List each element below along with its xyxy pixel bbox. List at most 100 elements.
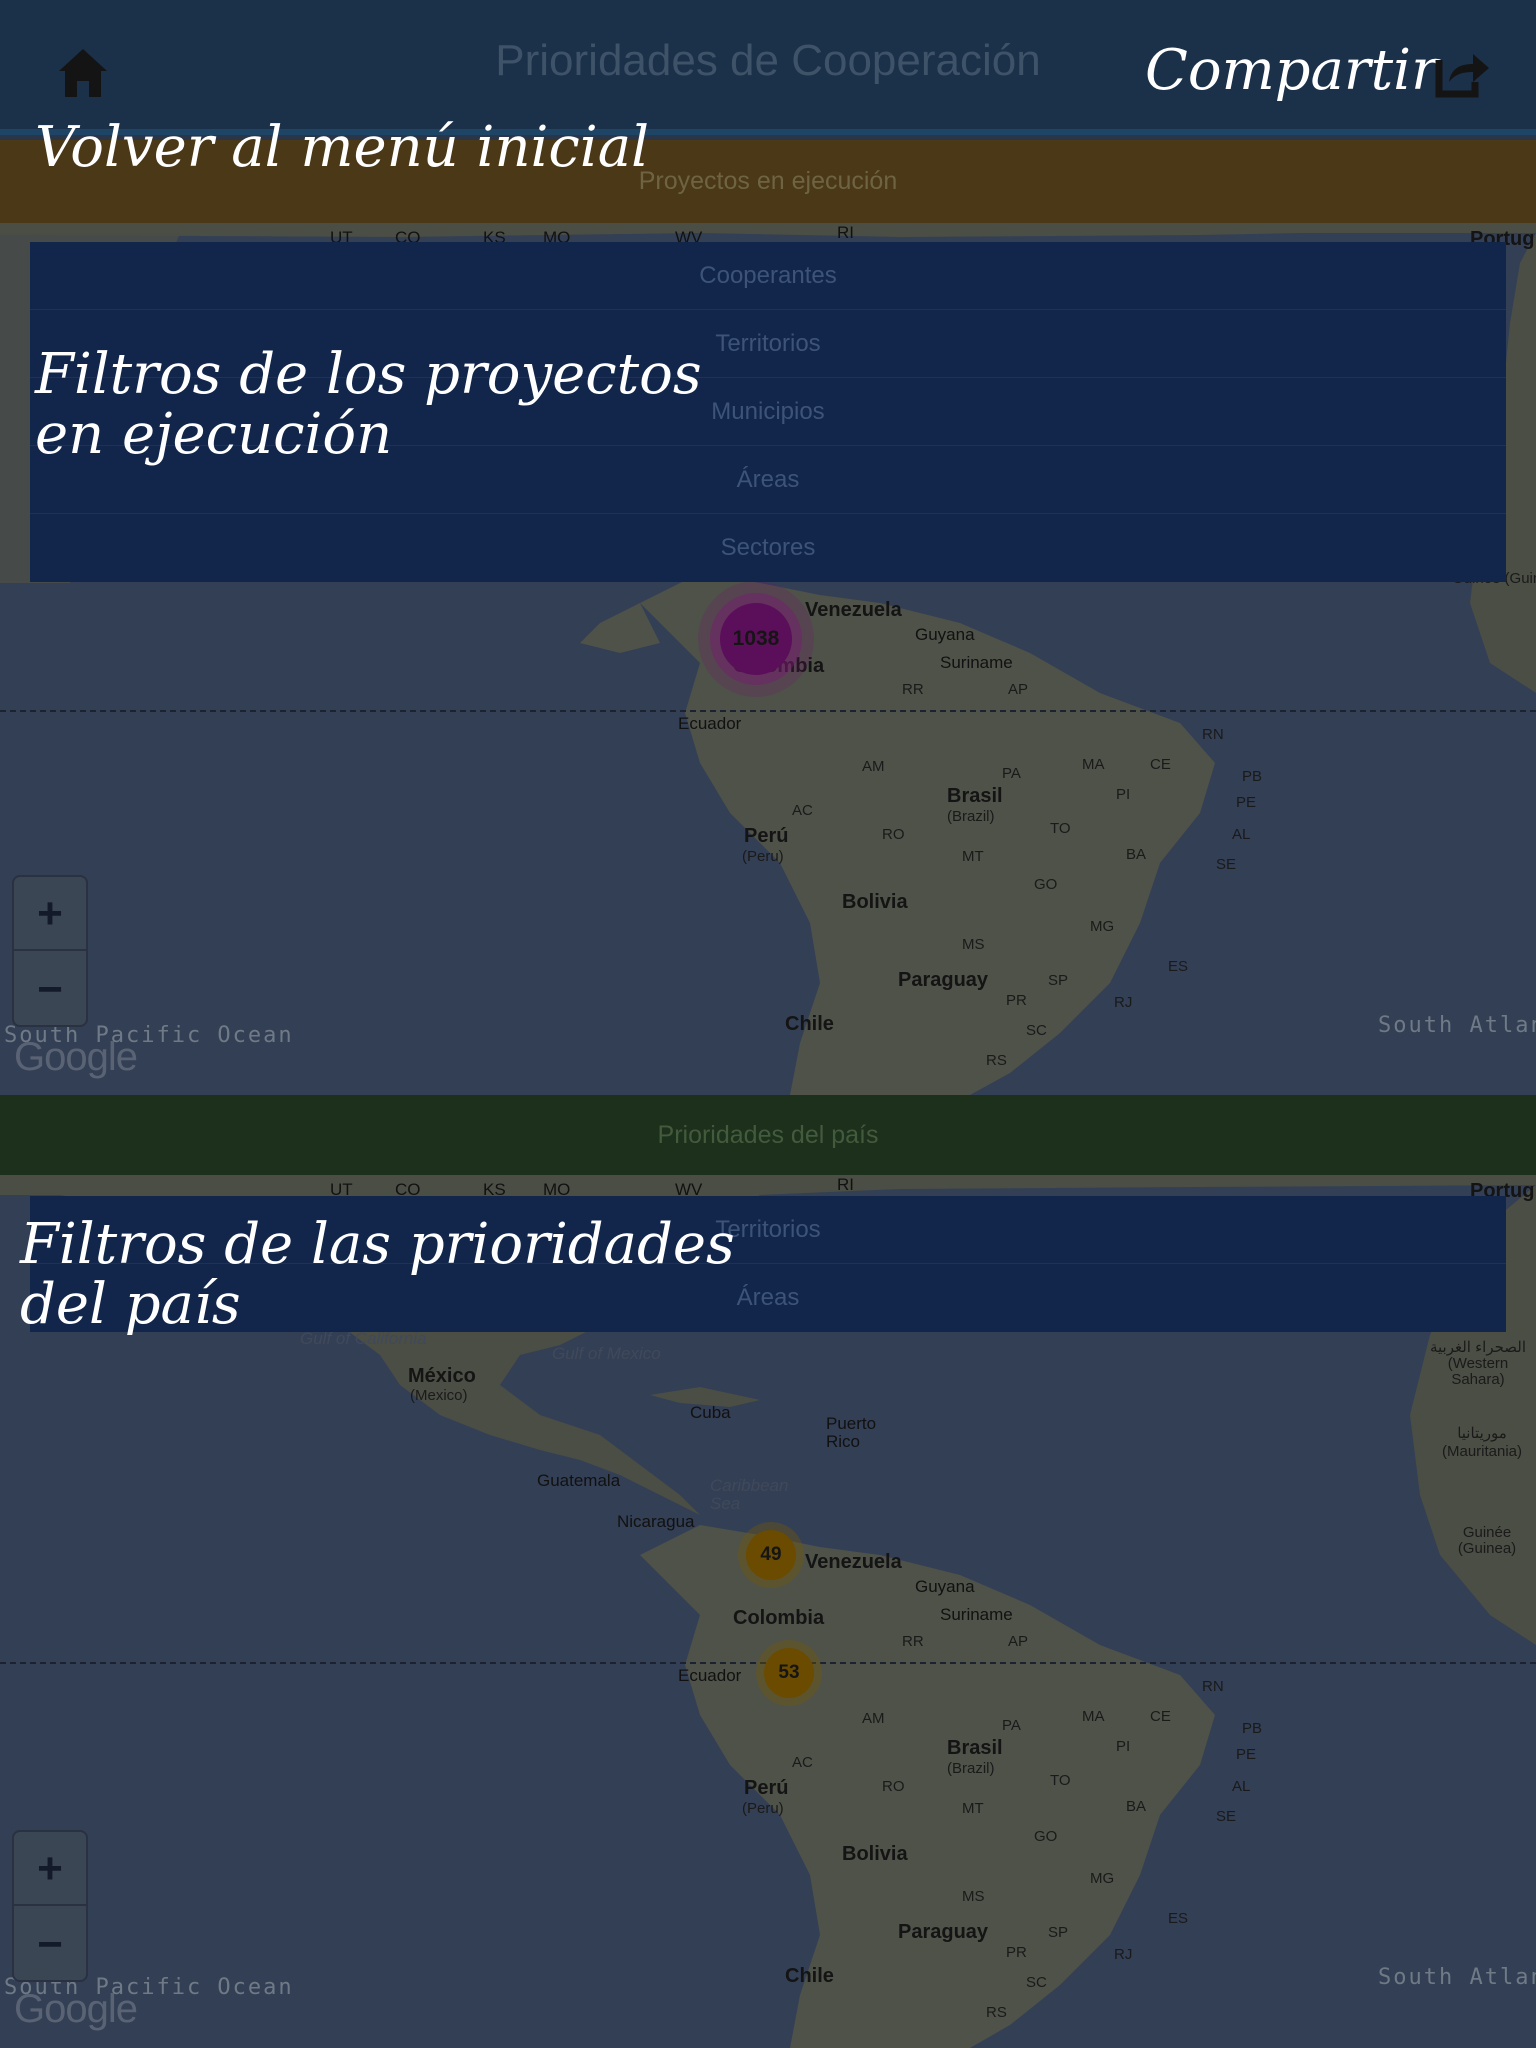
map-state-label: CE [1150,1708,1171,1725]
map-state-label: RS [986,2004,1007,2021]
map-country-label: Venezuela [805,599,902,621]
sea-label: Gulf of California [300,1329,427,1348]
map-state-label: MS [962,936,985,953]
map-country-label: Guatemala [537,1471,621,1490]
map-country-label: (Mexico) [410,1387,468,1404]
map-state-label: SP [1048,1924,1069,1941]
map-state-label: RJ [1114,1946,1133,1963]
map-state-label: ES [1168,1910,1189,1927]
map-country-label: Perú [744,825,789,847]
map-state-label: PE [1236,1746,1257,1763]
map-country-label: Ecuador [678,714,742,733]
map-state-label: AM [862,1710,885,1727]
map-state-label: RN [1202,726,1224,743]
map-state-label: GO [1034,1828,1058,1845]
map-state-label: TO [1050,1772,1071,1789]
map-country-label: Guyana [915,1577,975,1596]
map-country-label: Bolivia [842,891,908,913]
filter-cooperantes[interactable]: Cooperantes [30,242,1506,310]
priorities-section-tab[interactable]: Prioridades del país [0,1095,1536,1175]
map-state-label: AL [1232,1778,1251,1795]
project-cluster-marker[interactable]: 1038 [720,603,792,675]
map-state-label: RS [986,1052,1007,1069]
map-country-label: موريتانيا (Mauritania) [1441,1425,1523,1460]
map-state-label: BA [1126,1798,1147,1815]
map-country-label: Ecuador [678,1666,742,1685]
map-country-label: Venezuela [805,1551,902,1573]
map-state-label: SP [1048,972,1069,989]
map-state-label: RO [882,826,905,843]
map-state-label: SE [1216,1808,1237,1825]
ocean-label: South Atlantic Ocean [1378,1965,1536,1990]
ocean-label: South Atlantic Ocean [1378,1013,1536,1038]
filter-sectores[interactable]: Sectores [30,514,1506,582]
map-state-label: PI [1116,786,1131,803]
map-country-label: Nicaragua [617,1512,695,1531]
map-state-label: AP [1008,1633,1029,1650]
map-state-label: GO [1034,876,1058,893]
map-country-label: Suriname [940,1605,1013,1624]
map-country-label: Paraguay [898,1921,989,1943]
map-country-label: Brasil [947,785,1003,807]
zoom-in-icon[interactable]: + [14,1832,86,1906]
google-logo: Google [14,1987,138,2031]
zoom-control: + − [12,875,88,1027]
google-logo: Google [14,1035,138,1079]
zoom-control: + − [12,1830,88,1982]
map-state-label: MT [962,848,984,865]
map-state-label: RR [902,681,924,698]
map-country-label: (Peru) [742,1800,784,1817]
map-state-label: RJ [1114,994,1133,1011]
map-state-label: MG [1090,918,1115,935]
map-state-label: PR [1006,1944,1027,1961]
annotation-project-filters: Filtros de los proyectos [35,342,702,407]
map-state-label: TO [1050,820,1071,837]
map-state-label: SC [1026,1022,1047,1039]
zoom-in-icon[interactable]: + [14,877,86,951]
map-state-label: RI [837,223,854,242]
map-country-label: Colombia [733,1607,825,1629]
map-state-label: PE [1236,794,1257,811]
map-country-label: (Peru) [742,848,784,865]
map-state-label: AC [792,1754,813,1771]
map-state-label: MS [962,1888,985,1905]
map-country-label: Puerto Rico [826,1414,877,1451]
map-country-label: Guyana [915,625,975,644]
map-state-label: MA [1082,756,1105,773]
zoom-out-icon[interactable]: − [14,1908,86,1982]
map-country-label: Chile [785,1013,834,1035]
share-icon [1435,54,1489,98]
map-state-label: PB [1242,1720,1263,1737]
map-country-label: Cuba [690,1403,731,1422]
map-state-label: MA [1082,1708,1105,1725]
priority-cluster-marker[interactable]: 49 [746,1530,796,1580]
map-state-label: ES [1168,958,1189,975]
map-country-label: (Brazil) [947,808,995,825]
map-country-label: México [408,1365,476,1387]
sea-label: Gulf of Mexico [552,1344,661,1363]
equator-line [0,710,1536,712]
map-country-label: Paraguay [898,969,989,991]
map-state-label: PB [1242,768,1263,785]
map-country-label: Bolivia [842,1843,908,1865]
map-state-label: AP [1008,681,1029,698]
annotation-project-filters-2: en ejecución [35,402,393,467]
map-state-label: AM [862,758,885,775]
map-country-label: Suriname [940,653,1013,672]
zoom-out-icon[interactable]: − [14,953,86,1027]
map-country-label: (Brazil) [947,1760,995,1777]
priority-cluster-marker[interactable]: 53 [764,1648,814,1698]
map-state-label: AL [1232,826,1251,843]
annotation-priority-filters: Filtros de las prioridades [20,1212,735,1277]
map-state-label: SC [1026,1974,1047,1991]
map-state-label: RR [902,1633,924,1650]
map-state-label: AC [792,802,813,819]
map-state-label: MT [962,1800,984,1817]
map-state-label: RO [882,1778,905,1795]
map-state-label: PA [1002,1717,1021,1734]
map-state-label: BA [1126,846,1147,863]
map-state-label: RN [1202,1678,1224,1695]
map-state-label: SE [1216,856,1237,873]
map-state-label: RI [837,1175,854,1194]
map-country-label: Brasil [947,1737,1003,1759]
